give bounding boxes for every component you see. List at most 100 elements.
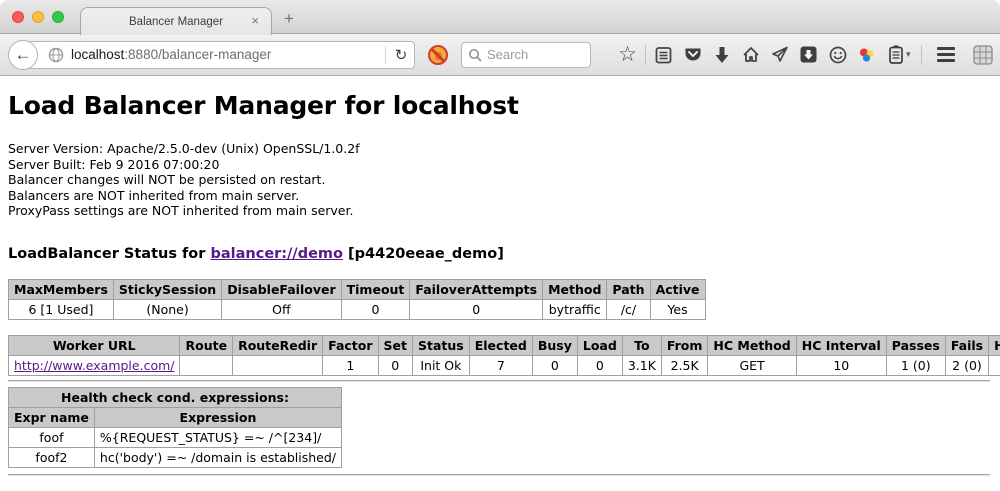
search-bar[interactable] bbox=[461, 42, 591, 68]
column-header: Busy bbox=[532, 335, 577, 355]
section-divider bbox=[8, 380, 990, 382]
addon-download-button[interactable] bbox=[794, 43, 823, 67]
cell-passes: 1 (0) bbox=[886, 355, 945, 375]
column-header: Expr name bbox=[9, 407, 95, 427]
column-header: Factor bbox=[323, 335, 378, 355]
balancer-status-heading: LoadBalancer Status for balancer://demo … bbox=[8, 246, 992, 262]
search-input[interactable] bbox=[487, 47, 577, 62]
back-button[interactable]: ← bbox=[8, 40, 38, 70]
page-content: Load Balancer Manager for localhost Serv… bbox=[0, 76, 1000, 476]
column-header: Set bbox=[378, 335, 412, 355]
blocked-content-icon[interactable] bbox=[428, 45, 448, 65]
health-check-table: Health check cond. expressions: Expr nam… bbox=[8, 387, 342, 468]
column-header: To bbox=[622, 335, 661, 355]
cell-elected: 7 bbox=[469, 355, 532, 375]
minimize-window-button[interactable] bbox=[32, 11, 44, 23]
addon-download-icon bbox=[800, 46, 817, 63]
column-header: Elected bbox=[469, 335, 532, 355]
cell-factor: 1 bbox=[323, 355, 378, 375]
home-button[interactable] bbox=[736, 43, 765, 67]
url-path: :8880/balancer-manager bbox=[124, 47, 271, 62]
balancer-params-table: MaxMembers StickySession DisableFailover… bbox=[8, 279, 706, 320]
cell-expr-name: foof bbox=[9, 427, 95, 447]
send-plane-icon bbox=[771, 46, 789, 63]
column-header: RouteRedir bbox=[233, 335, 323, 355]
cell-timeout: 0 bbox=[341, 299, 410, 319]
table-row: 6 [1 Used] (None) Off 0 0 bytraffic /c/ … bbox=[9, 299, 706, 319]
notice-line: ProxyPass settings are NOT inherited fro… bbox=[8, 203, 992, 219]
page-title: Load Balancer Manager for localhost bbox=[8, 91, 992, 120]
cell-busy: 0 bbox=[532, 355, 577, 375]
column-header: Timeout bbox=[341, 279, 410, 299]
table-row: http://www.example.com/ 1 0 Init Ok 7 0 … bbox=[9, 355, 1000, 375]
column-header: Expression bbox=[94, 407, 341, 427]
star-icon: ☆ bbox=[618, 45, 637, 65]
table-row: foof2 hc('body') =~ /domain is establish… bbox=[9, 447, 342, 467]
cell-expr-name: foof2 bbox=[9, 447, 95, 467]
cell-path: /c/ bbox=[607, 299, 650, 319]
cell-routeredir bbox=[233, 355, 323, 375]
notice-line: Balancer changes will NOT be persisted o… bbox=[8, 172, 992, 188]
column-header: Fails bbox=[945, 335, 988, 355]
emoji-icon bbox=[829, 46, 847, 64]
download-button[interactable] bbox=[707, 43, 736, 67]
column-header: Passes bbox=[886, 335, 945, 355]
status-heading-suffix: [p4420eeae_demo] bbox=[343, 246, 504, 262]
pocket-button[interactable] bbox=[678, 43, 707, 67]
table-header-row: MaxMembers StickySession DisableFailover… bbox=[9, 279, 706, 299]
reload-button[interactable]: ↻ bbox=[388, 46, 414, 64]
column-header: Load bbox=[577, 335, 622, 355]
column-header: StickySession bbox=[113, 279, 221, 299]
cell-worker-url: http://www.example.com/ bbox=[9, 355, 180, 375]
table-header-row: Expr name Expression bbox=[9, 407, 342, 427]
tab-balancer-manager[interactable]: Balancer Manager × bbox=[80, 7, 272, 35]
colors-addon-button[interactable] bbox=[852, 43, 881, 67]
cell-expression: hc('body') =~ /domain is established/ bbox=[94, 447, 341, 467]
toolbar-icons: ☆ bbox=[613, 43, 998, 67]
clipboard-dropdown-caret[interactable]: ▾ bbox=[906, 49, 911, 60]
reading-list-button[interactable] bbox=[649, 43, 678, 67]
balancer-demo-link[interactable]: balancer://demo bbox=[210, 246, 343, 262]
navigation-toolbar: ← localhost:8880/balancer-manager ↻ ☆ bbox=[0, 34, 1000, 76]
worker-table: Worker URL Route RouteRedir Factor Set S… bbox=[8, 335, 1000, 376]
download-arrow-icon bbox=[714, 46, 730, 64]
url-text[interactable]: localhost:8880/balancer-manager bbox=[71, 47, 383, 62]
send-button[interactable] bbox=[765, 43, 794, 67]
cell-status: Init Ok bbox=[413, 355, 470, 375]
cell-hc-interval: 10 bbox=[796, 355, 886, 375]
tab-bar: Balancer Manager × + bbox=[0, 0, 1000, 34]
worker-url-link[interactable]: http://www.example.com/ bbox=[14, 358, 174, 373]
cell-method: bytraffic bbox=[543, 299, 607, 319]
cell-from: 2.5K bbox=[661, 355, 708, 375]
bookmark-star-button[interactable]: ☆ bbox=[613, 43, 642, 67]
table-header-row: Worker URL Route RouteRedir Factor Set S… bbox=[9, 335, 1000, 355]
zoom-window-button[interactable] bbox=[52, 11, 64, 23]
column-header: HC Method bbox=[708, 335, 796, 355]
tab-close-icon[interactable]: × bbox=[251, 14, 259, 28]
globe-icon bbox=[48, 47, 64, 63]
url-host: localhost bbox=[71, 47, 124, 62]
cell-disablefailover: Off bbox=[222, 299, 341, 319]
reading-list-icon bbox=[655, 46, 672, 64]
cell-active: Yes bbox=[650, 299, 705, 319]
tab-groups-icon bbox=[973, 45, 993, 65]
url-bar[interactable]: localhost:8880/balancer-manager ↻ bbox=[23, 41, 415, 69]
column-header: Status bbox=[413, 335, 470, 355]
cell-to: 3.1K bbox=[622, 355, 661, 375]
cell-route bbox=[180, 355, 233, 375]
cell-hc-method: GET bbox=[708, 355, 796, 375]
menu-button[interactable] bbox=[932, 43, 961, 67]
server-built-line: Server Built: Feb 9 2016 07:00:20 bbox=[8, 157, 992, 173]
column-header: HC uri bbox=[989, 335, 1000, 355]
cell-fails: 2 (0) bbox=[945, 355, 988, 375]
home-icon bbox=[742, 46, 760, 63]
cell-set: 0 bbox=[378, 355, 412, 375]
hamburger-icon bbox=[937, 44, 955, 65]
close-window-button[interactable] bbox=[12, 11, 24, 23]
column-header: DisableFailover bbox=[222, 279, 341, 299]
cell-maxmembers: 6 [1 Used] bbox=[9, 299, 114, 319]
tab-groups-button[interactable] bbox=[969, 43, 998, 67]
new-tab-button[interactable]: + bbox=[284, 9, 294, 29]
emoji-addon-button[interactable] bbox=[823, 43, 852, 67]
colors-addon-icon bbox=[858, 46, 876, 64]
